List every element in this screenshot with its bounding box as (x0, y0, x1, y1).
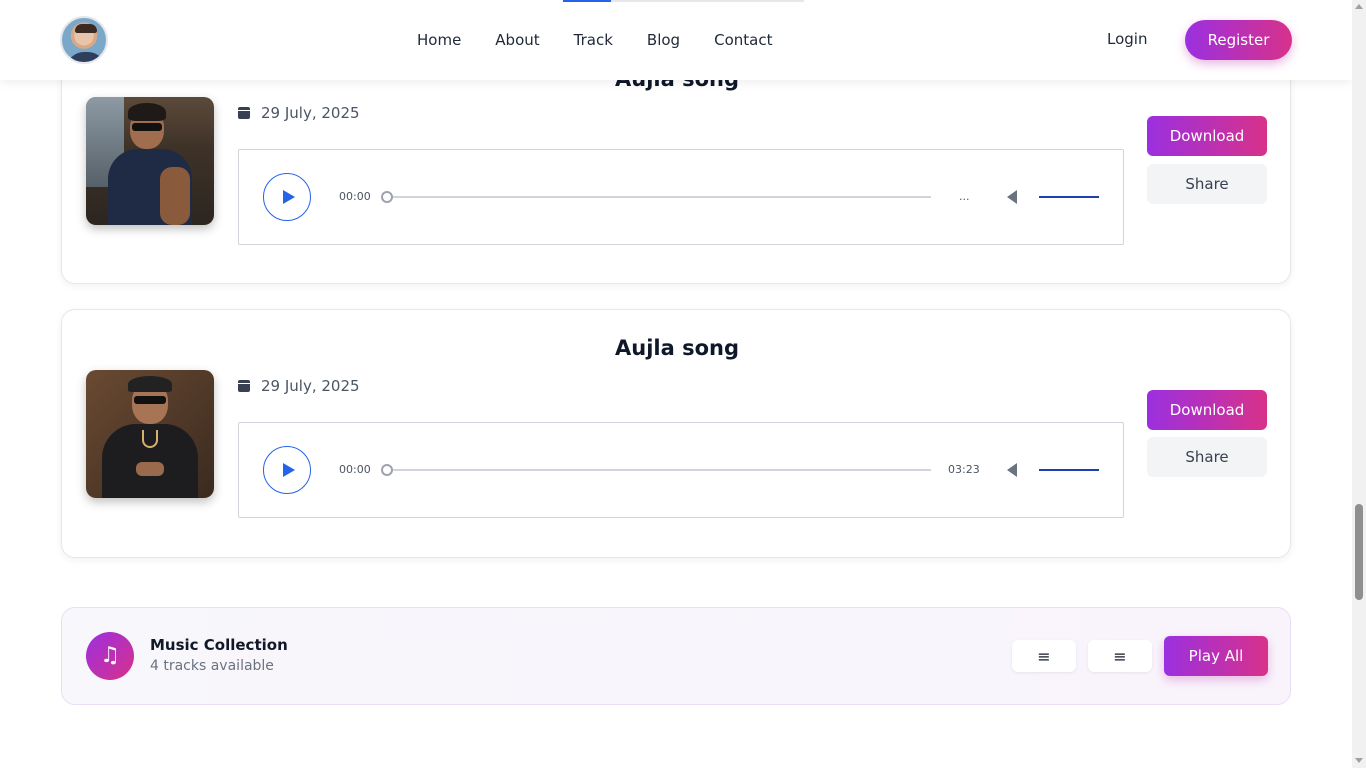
download-button[interactable]: Download (1147, 390, 1267, 430)
play-button[interactable] (263, 173, 311, 221)
track-date: 29 July, 2025 (238, 104, 360, 122)
duration: 03:23 (948, 463, 980, 476)
duration: ... (959, 190, 970, 203)
page-scrollbar[interactable] (1352, 0, 1366, 768)
volume-icon[interactable] (1007, 190, 1017, 204)
volume-slider[interactable] (1039, 196, 1099, 198)
play-all-button[interactable]: Play All (1164, 636, 1268, 676)
music-collection-bar: ♫ Music Collection 4 tracks available ≡ … (61, 607, 1291, 705)
seek-bar[interactable] (387, 469, 931, 471)
play-button[interactable] (263, 446, 311, 494)
collection-title: Music Collection (150, 636, 288, 654)
main-nav: Home About Track Blog Contact (400, 0, 789, 80)
site-header: Home About Track Blog Contact Login Regi… (0, 0, 1352, 80)
seek-bar[interactable] (387, 196, 931, 198)
page: Aujla song 29 July, 2025 00:00 ... Downl… (0, 0, 1352, 768)
nav-contact[interactable]: Contact (714, 31, 772, 49)
scroll-thumb[interactable] (1355, 504, 1363, 600)
scroll-down-arrow-icon[interactable] (1355, 758, 1363, 763)
seek-handle[interactable] (381, 464, 393, 476)
scroll-up-arrow-icon[interactable] (1355, 4, 1363, 9)
list-view-button[interactable]: ≡ (1012, 640, 1076, 672)
calendar-icon (238, 380, 250, 392)
login-link[interactable]: Login (1107, 30, 1147, 48)
seek-handle[interactable] (381, 191, 393, 203)
track-date-text: 29 July, 2025 (261, 377, 360, 395)
track-date-text: 29 July, 2025 (261, 104, 360, 122)
volume-icon[interactable] (1007, 463, 1017, 477)
current-time: 00:00 (339, 463, 371, 476)
audio-player: 00:00 ... (238, 149, 1124, 245)
music-note-icon: ♫ (86, 632, 134, 680)
nav-home[interactable]: Home (417, 31, 461, 49)
track-thumbnail (86, 97, 214, 225)
queue-button[interactable]: ≡ (1088, 640, 1152, 672)
download-button[interactable]: Download (1147, 116, 1267, 156)
audio-player: 00:00 03:23 (238, 422, 1124, 518)
share-button[interactable]: Share (1147, 437, 1267, 477)
volume-slider[interactable] (1039, 469, 1099, 471)
register-button[interactable]: Register (1185, 20, 1292, 60)
nav-track[interactable]: Track (574, 31, 613, 49)
site-logo-avatar[interactable] (60, 16, 108, 64)
collection-subtitle: 4 tracks available (150, 658, 274, 674)
current-time: 00:00 (339, 190, 371, 203)
track-title: Aujla song (615, 336, 739, 360)
track-card: Aujla song 29 July, 2025 00:00 03:23 Dow… (61, 309, 1291, 558)
nav-about[interactable]: About (495, 31, 539, 49)
calendar-icon (238, 107, 250, 119)
nav-blog[interactable]: Blog (647, 31, 680, 49)
share-button[interactable]: Share (1147, 164, 1267, 204)
track-date: 29 July, 2025 (238, 377, 360, 395)
track-thumbnail (86, 370, 214, 498)
